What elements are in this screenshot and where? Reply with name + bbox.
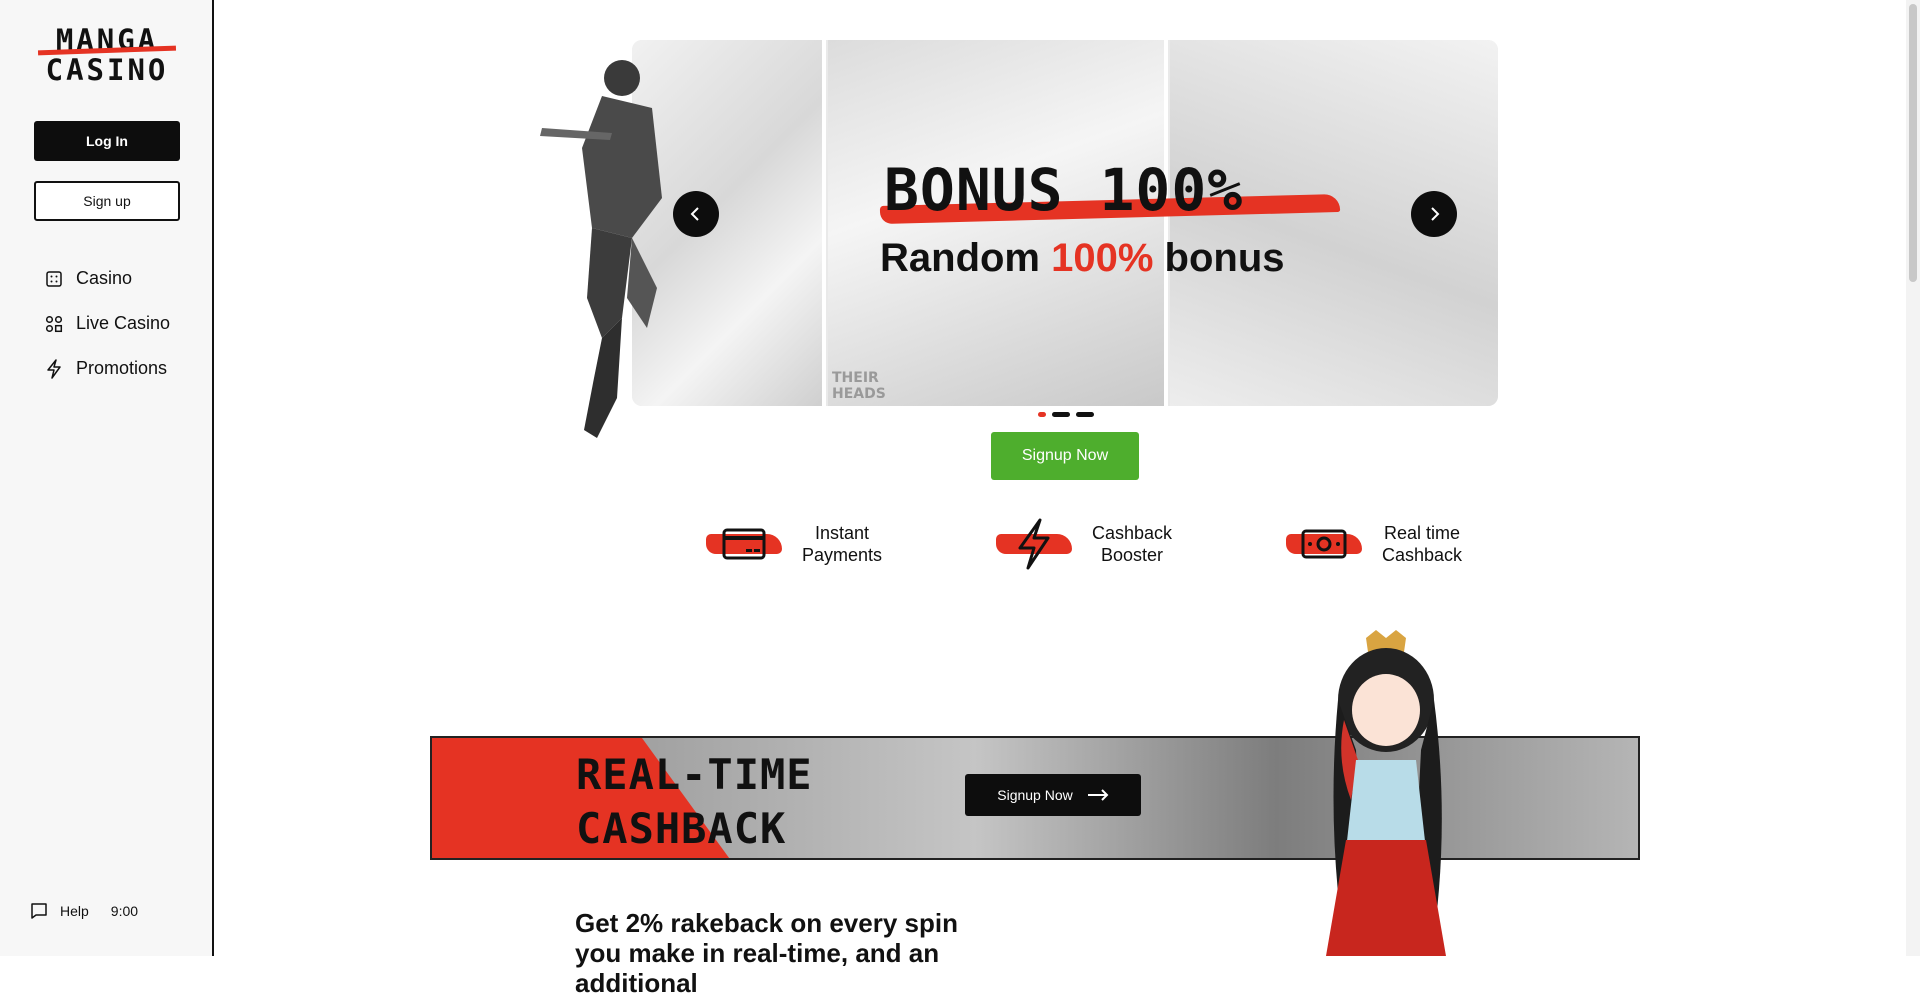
carousel-next-button[interactable] <box>1411 191 1457 237</box>
sidebar-item-casino[interactable]: Casino <box>44 256 170 301</box>
feature-label-line-2: Cashback <box>1381 545 1463 565</box>
chat-icon <box>31 903 47 919</box>
page-scrollbar[interactable] <box>1906 0 1920 956</box>
sidebar-item-label: Live Casino <box>76 313 171 333</box>
manga-panel-caption: THEIR HEADS <box>832 370 886 402</box>
feature-instant-payments: Instant Payments <box>706 516 892 572</box>
feature-label: Cashback Booster <box>1082 522 1182 566</box>
sidebar-item-label: Casino <box>76 268 133 288</box>
panel-caption-line-1: THEIR <box>832 370 879 386</box>
signup-button[interactable]: Sign up <box>34 181 180 221</box>
bonus-title: BONUS 100% <box>884 156 1244 224</box>
lightning-bolt-icon <box>996 516 1072 572</box>
bonus-subtitle: Random 100% bonus <box>880 236 1285 281</box>
manga-casino-logo[interactable]: MANGA CASINO <box>37 26 177 87</box>
banner-title: REAL-TIME CASHBACK <box>576 748 813 856</box>
anime-girl-illustration <box>1326 630 1446 956</box>
banner-title-line-2: CASHBACK <box>576 804 787 853</box>
bonus-subtitle-pre: Random <box>880 236 1052 280</box>
bonus-subtitle-highlight: 100% <box>1051 236 1154 280</box>
live-casino-icon <box>44 314 64 334</box>
feature-real-time-cashback: Real time Cashback <box>1286 516 1472 572</box>
panel-caption-line-2: HEADS <box>832 386 886 402</box>
banknote-icon <box>1286 516 1362 572</box>
feature-label-line-2: Payments <box>801 545 883 565</box>
login-button[interactable]: Log In <box>34 121 180 161</box>
sidebar-item-live-casino[interactable]: Live Casino <box>44 301 170 346</box>
carousel-dot-2[interactable] <box>1052 412 1070 417</box>
banner-signup-label: Signup Now <box>997 787 1073 803</box>
help-link[interactable]: Help <box>30 902 89 920</box>
signup-now-button[interactable]: Signup Now <box>991 432 1139 480</box>
bonus-subtitle-post: bonus <box>1153 236 1285 280</box>
sidebar-nav: Casino Live Casino Promotions <box>44 256 170 391</box>
sidebar-footer: Help 9:00 <box>30 902 138 920</box>
samurai-illustration <box>540 60 662 438</box>
feature-label-line-1: Instant <box>814 523 870 543</box>
feature-cashback-booster: Cashback Booster <box>996 516 1182 572</box>
rakeback-promo-text: Get 2% rakeback on every spin you make i… <box>575 908 958 998</box>
sidebar: MANGA CASINO Log In Sign up Casino Live … <box>0 0 214 956</box>
carousel-dot-3[interactable] <box>1076 412 1094 417</box>
chevron-left-icon <box>690 207 699 221</box>
feature-label: Real time Cashback <box>1372 522 1472 566</box>
feature-label-line-1: Cashback <box>1091 523 1173 543</box>
logo-line-2: CASINO <box>45 53 169 87</box>
sidebar-item-promotions[interactable]: Promotions <box>44 346 170 391</box>
clock-time: 9:00 <box>110 903 139 919</box>
sidebar-item-label: Promotions <box>76 358 168 378</box>
lightning-icon <box>44 358 64 379</box>
feature-label: Instant Payments <box>792 522 892 566</box>
credit-card-icon <box>706 516 782 572</box>
banner-title-line-1: REAL-TIME <box>576 750 813 799</box>
chevron-right-icon <box>1431 207 1440 221</box>
feature-label-line-1: Real time <box>1383 523 1461 543</box>
carousel-dot-1[interactable] <box>1038 412 1046 417</box>
feature-label-line-2: Booster <box>1100 545 1164 565</box>
scrollbar-thumb[interactable] <box>1909 4 1917 282</box>
casino-icon <box>44 269 64 289</box>
carousel-prev-button[interactable] <box>673 191 719 237</box>
help-label: Help <box>60 903 89 919</box>
banner-signup-button[interactable]: Signup Now <box>965 774 1141 816</box>
arrow-right-icon <box>1087 789 1109 801</box>
carousel-dots <box>1038 412 1094 417</box>
